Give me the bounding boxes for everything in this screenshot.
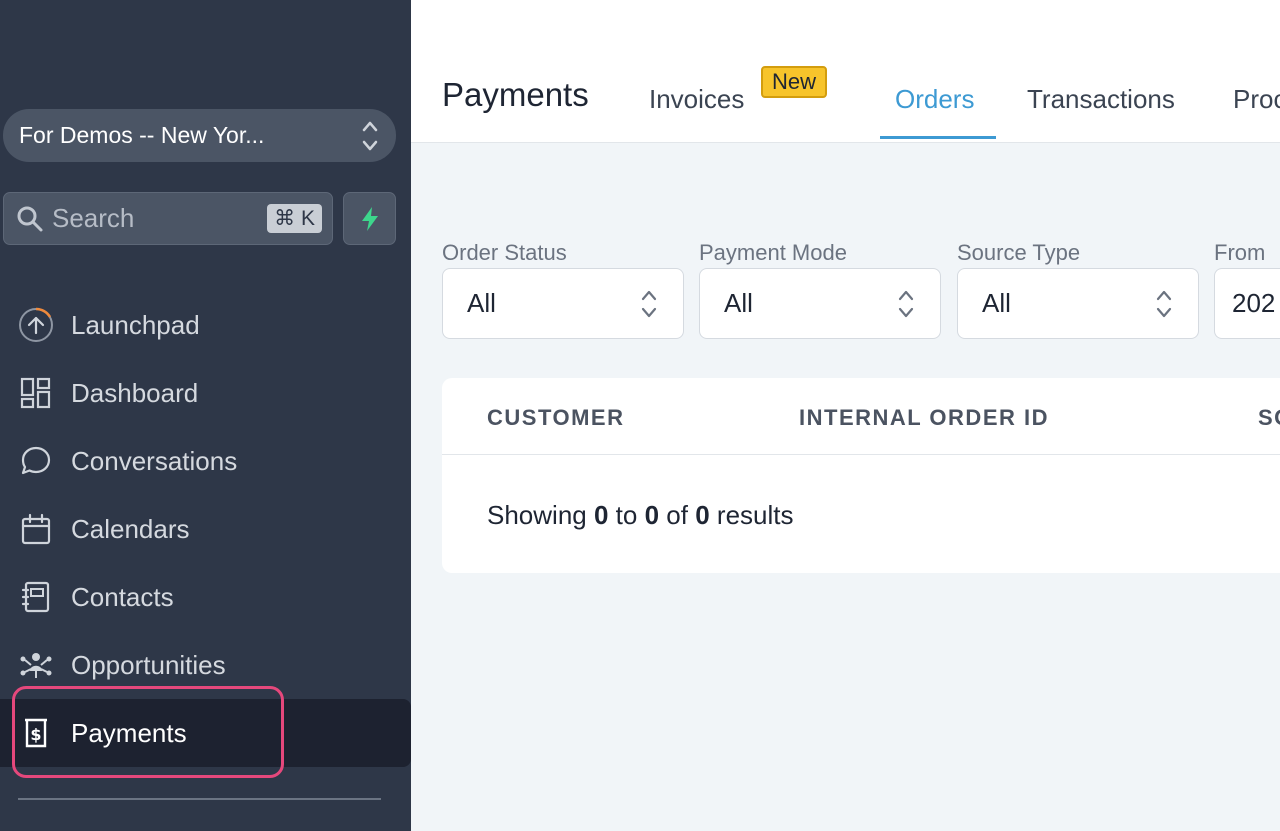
source-type-select[interactable]: All — [957, 268, 1199, 339]
results-of-word: of — [666, 500, 688, 530]
from-date-input[interactable]: 202 — [1214, 268, 1280, 339]
tab-invoices[interactable]: Invoices — [649, 84, 744, 115]
sidebar-item-launchpad[interactable]: Launchpad — [0, 291, 411, 359]
results-from: 0 — [593, 500, 609, 530]
svg-text:$: $ — [30, 725, 41, 744]
sidebar-item-label: Dashboard — [71, 377, 199, 408]
sidebar-item-label: Contacts — [71, 581, 174, 612]
account-name: For Demos -- New Yor... — [19, 122, 265, 148]
tab-orders[interactable]: Orders — [895, 84, 974, 115]
page-title: Payments — [442, 76, 589, 113]
active-tab-indicator — [880, 136, 996, 139]
table-header: CUSTOMER INTERNAL ORDER ID SO — [442, 378, 1280, 455]
payments-receipt-icon: $ — [18, 715, 54, 751]
sidebar-item-contacts[interactable]: Contacts — [0, 563, 411, 631]
results-suffix: results — [716, 500, 794, 530]
sidebar-item-label: Calendars — [71, 513, 190, 544]
chat-bubble-icon — [18, 443, 54, 479]
sidebar-divider — [18, 798, 381, 800]
search-placeholder: Search — [52, 203, 135, 233]
results-to: 0 — [644, 500, 660, 530]
select-value: All — [982, 288, 1011, 318]
select-value: All — [724, 288, 753, 318]
search-input[interactable]: Search ⌘ K — [3, 192, 333, 245]
sidebar-item-opportunities[interactable]: Opportunities — [0, 631, 411, 699]
column-header-internal-order-id[interactable]: INTERNAL ORDER ID — [799, 405, 1049, 431]
launchpad-icon — [18, 307, 54, 343]
column-header-customer[interactable]: CUSTOMER — [487, 405, 625, 431]
page-header: Payments Invoices New Orders Transaction… — [411, 0, 1280, 143]
bolt-icon — [361, 206, 378, 231]
sidebar-item-label: Opportunities — [71, 649, 226, 680]
column-header-source[interactable]: SO — [1258, 405, 1280, 431]
calendar-icon — [18, 511, 54, 547]
sidebar-item-label: Payments — [71, 717, 187, 748]
results-summary: Showing 0 to 0 of 0 results — [487, 500, 794, 531]
filter-label-from: From — [1214, 240, 1266, 265]
sidebar-item-label: Launchpad — [71, 309, 200, 340]
select-value: All — [467, 288, 496, 318]
sidebar-item-dashboard[interactable]: Dashboard — [0, 359, 411, 427]
sidebar-nav: Launchpad Dashboard Conversations Calend… — [0, 291, 411, 767]
sidebar-item-label: Conversations — [71, 445, 238, 476]
payment-mode-select[interactable]: All — [699, 268, 941, 339]
results-to-word: to — [615, 500, 638, 530]
sidebar-item-calendars[interactable]: Calendars — [0, 495, 411, 563]
tab-products[interactable]: Proc — [1233, 84, 1280, 115]
filter-label-source-type: Source Type — [957, 240, 1081, 265]
contacts-book-icon — [18, 579, 54, 615]
chevron-updown-icon — [1156, 290, 1172, 317]
opportunities-network-icon — [18, 647, 54, 683]
results-prefix: Showing — [487, 500, 587, 530]
search-shortcut-badge: ⌘ K — [267, 204, 322, 233]
quick-actions-button[interactable] — [343, 192, 396, 245]
sidebar: For Demos -- New Yor... Search ⌘ K Launc… — [0, 0, 411, 831]
account-switcher[interactable]: For Demos -- New Yor... — [3, 109, 396, 162]
dashboard-grid-icon — [18, 375, 54, 411]
new-badge: New — [761, 66, 828, 98]
results-total: 0 — [695, 500, 710, 530]
filter-label-order-status: Order Status — [442, 240, 567, 265]
chevron-updown-icon — [898, 290, 914, 317]
sidebar-item-conversations[interactable]: Conversations — [0, 427, 411, 495]
chevron-updown-icon — [362, 121, 378, 150]
chevron-updown-icon — [641, 290, 657, 317]
date-value: 202 — [1232, 288, 1276, 318]
order-status-select[interactable]: All — [442, 268, 684, 339]
search-icon — [17, 206, 43, 231]
orders-table: CUSTOMER INTERNAL ORDER ID SO Showing 0 … — [442, 378, 1280, 573]
filter-label-payment-mode: Payment Mode — [699, 240, 847, 265]
tab-transactions[interactable]: Transactions — [1027, 84, 1175, 115]
sidebar-item-payments[interactable]: $ Payments — [0, 699, 411, 767]
